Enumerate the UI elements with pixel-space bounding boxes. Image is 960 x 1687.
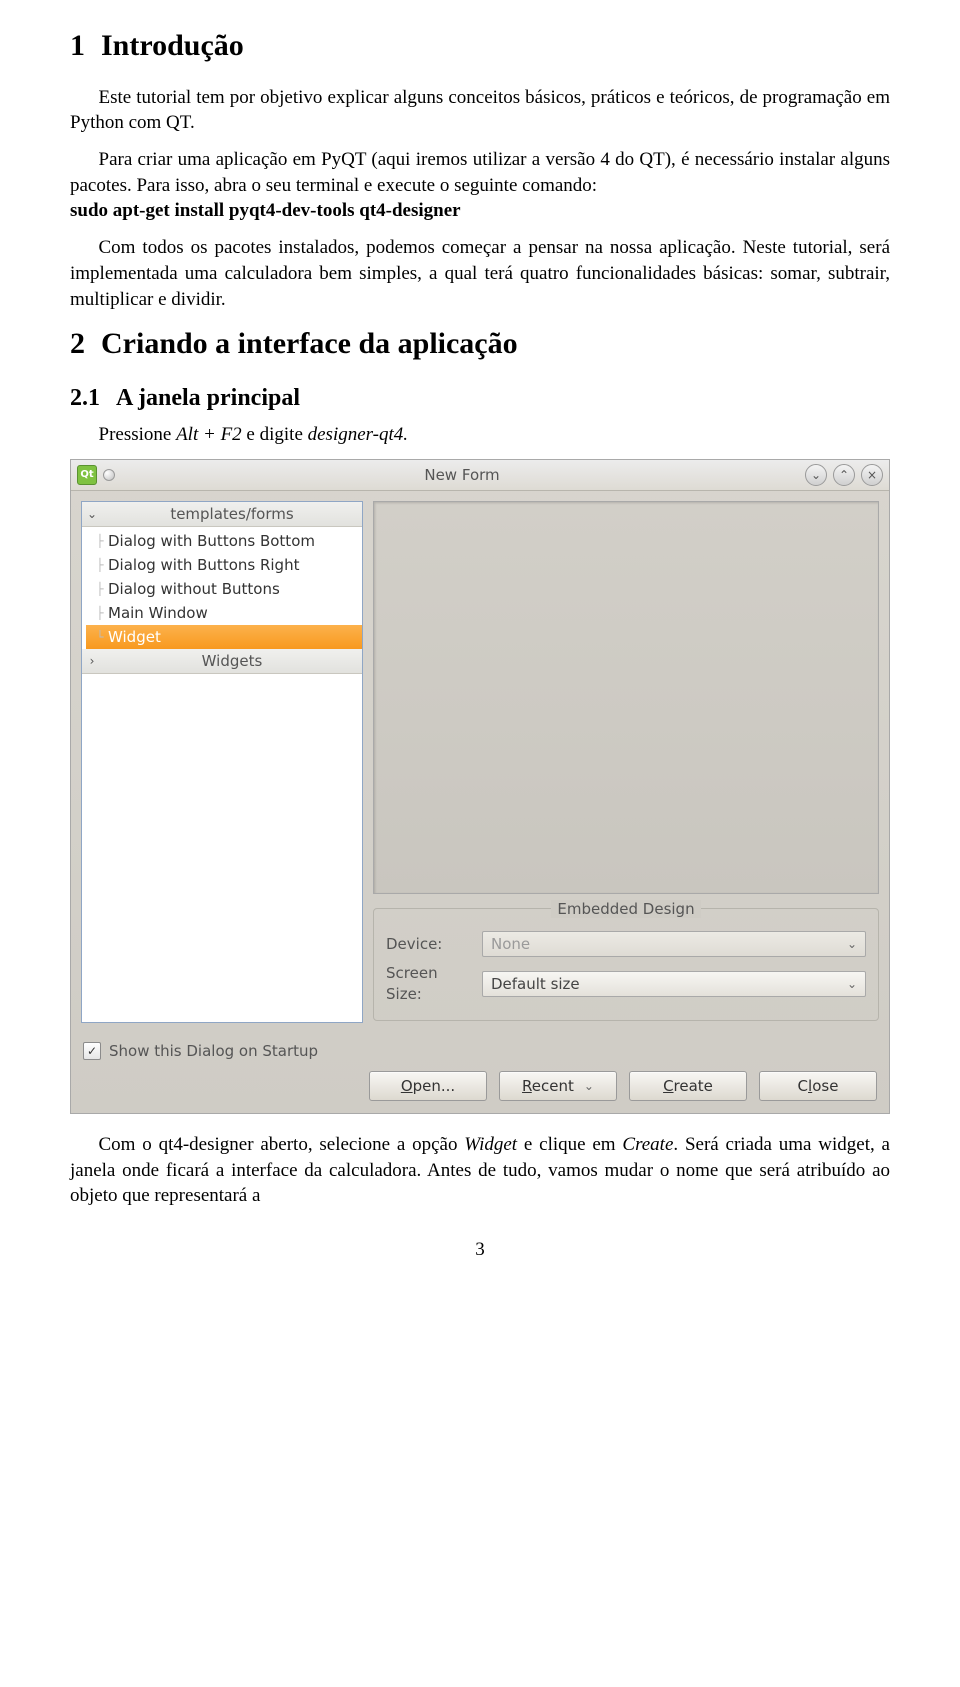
- tree-branch-icon: ├: [92, 605, 108, 621]
- embedded-design-group: Embedded Design Device: None ⌄ Screen Si…: [373, 908, 879, 1021]
- after-em-widget: Widget: [464, 1134, 517, 1155]
- device-combo[interactable]: None ⌄: [482, 931, 866, 957]
- device-label: Device:: [386, 934, 474, 954]
- tree-branch-icon: └: [92, 629, 108, 645]
- tree-branch-icon: ├: [92, 533, 108, 549]
- template-tree[interactable]: ⌄ templates/forms ├Dialog with Buttons B…: [81, 501, 363, 1023]
- screen-size-combo[interactable]: Default size ⌄: [482, 971, 866, 997]
- titlebar-dot-icon: [103, 469, 115, 481]
- tree-item-label: Main Window: [108, 603, 208, 623]
- qt-logo-icon: Qt: [77, 465, 97, 485]
- screen-size-combo-value: Default size: [491, 974, 580, 994]
- chevron-down-icon: ⌄: [811, 467, 821, 483]
- tree-item-dialog-without-buttons[interactable]: ├Dialog without Buttons: [86, 577, 362, 601]
- subsection-21-keys: Alt + F2: [176, 424, 242, 445]
- intro-paragraph-2-text: Para criar uma aplicação em PyQT (aqui i…: [70, 149, 890, 196]
- subsection-21-number: 2.1: [70, 385, 100, 411]
- create-button[interactable]: Create: [629, 1071, 747, 1101]
- chevron-down-icon: ⌄: [847, 936, 857, 952]
- qt-designer-screenshot: Qt New Form ⌄ ⌃ × ⌄ templates/forms ├Dia…: [70, 459, 890, 1114]
- close-window-button[interactable]: ×: [861, 464, 883, 486]
- collapse-icon[interactable]: ⌄: [82, 506, 102, 522]
- page-number: 3: [70, 1237, 890, 1263]
- chevron-down-icon: ⌄: [584, 1078, 594, 1094]
- tree-item-dialog-buttons-bottom[interactable]: ├Dialog with Buttons Bottom: [86, 529, 362, 553]
- dialog-titlebar[interactable]: Qt New Form ⌄ ⌃ ×: [71, 460, 889, 491]
- maximize-button[interactable]: ⌃: [833, 464, 855, 486]
- new-form-dialog: Qt New Form ⌄ ⌃ × ⌄ templates/forms ├Dia…: [70, 459, 890, 1114]
- install-command: sudo apt-get install pyqt4-dev-tools qt4…: [70, 200, 461, 221]
- screen-size-label: Screen Size:: [386, 963, 474, 1004]
- section-2-title: Criando a interface da aplicação: [101, 327, 518, 360]
- tree-item-widget[interactable]: └Widget: [86, 625, 362, 649]
- chevron-down-icon: ⌄: [847, 976, 857, 992]
- subsection-21-cmd: designer-qt4.: [308, 424, 408, 445]
- tree-section-widgets[interactable]: › Widgets: [82, 649, 362, 674]
- section-1-title: Introdução: [101, 29, 244, 62]
- device-combo-value: None: [491, 934, 530, 954]
- subsection-21-intro: Pressione Alt + F2 e digite designer-qt4…: [70, 422, 890, 448]
- close-icon: ×: [867, 467, 877, 483]
- open-button-rest: pen...: [413, 1077, 456, 1095]
- subsection-21-heading: 2.1 A janela principal: [70, 382, 890, 414]
- tree-item-label: Dialog with Buttons Bottom: [108, 531, 315, 551]
- embedded-design-legend: Embedded Design: [551, 900, 700, 918]
- check-icon: ✓: [87, 1043, 97, 1059]
- section-2-number: 2: [70, 327, 85, 360]
- dialog-title: New Form: [119, 465, 805, 485]
- recent-button[interactable]: Recent⌄: [499, 1071, 617, 1101]
- intro-paragraph-2: Para criar uma aplicação em PyQT (aqui i…: [70, 147, 890, 224]
- tree-section-templates[interactable]: ⌄ templates/forms: [82, 502, 362, 527]
- section-2-heading: 2 Criando a interface da aplicação: [70, 324, 890, 365]
- after-text-b: e clique em: [517, 1134, 622, 1155]
- startup-checkbox-label: Show this Dialog on Startup: [109, 1041, 318, 1061]
- open-button[interactable]: Open...: [369, 1071, 487, 1101]
- after-text-a: Com o qt4-designer aberto, selecione a o…: [99, 1134, 465, 1155]
- subsection-21-text-a: Pressione: [99, 424, 177, 445]
- section-1-number: 1: [70, 29, 85, 62]
- section-1-heading: 1 Introdução: [70, 26, 890, 67]
- tree-item-label: Widget: [108, 627, 161, 647]
- tree-item-dialog-buttons-right[interactable]: ├Dialog with Buttons Right: [86, 553, 362, 577]
- expand-icon[interactable]: ›: [82, 653, 102, 669]
- after-dialog-paragraph: Com o qt4-designer aberto, selecione a o…: [70, 1132, 890, 1209]
- tree-item-label: Dialog with Buttons Right: [108, 555, 299, 575]
- after-em-create: Create: [622, 1134, 673, 1155]
- subsection-21-title: A janela principal: [116, 385, 300, 411]
- tree-header-widgets: Widgets: [102, 651, 362, 671]
- tree-item-label: Dialog without Buttons: [108, 579, 280, 599]
- tree-branch-icon: ├: [92, 581, 108, 597]
- subsection-21-text-b: e digite: [242, 424, 308, 445]
- tree-header-templates: templates/forms: [102, 504, 362, 524]
- startup-checkbox-row[interactable]: ✓ Show this Dialog on Startup: [71, 1033, 889, 1061]
- intro-paragraph-3: Com todos os pacotes instalados, podemos…: [70, 235, 890, 312]
- tree-item-main-window[interactable]: ├Main Window: [86, 601, 362, 625]
- intro-paragraph-1: Este tutorial tem por objetivo explicar …: [70, 85, 890, 136]
- startup-checkbox[interactable]: ✓: [83, 1042, 101, 1060]
- tree-branch-icon: ├: [92, 557, 108, 573]
- form-preview: [373, 501, 879, 895]
- close-button[interactable]: Close: [759, 1071, 877, 1101]
- chevron-up-icon: ⌃: [839, 467, 849, 483]
- minimize-button[interactable]: ⌄: [805, 464, 827, 486]
